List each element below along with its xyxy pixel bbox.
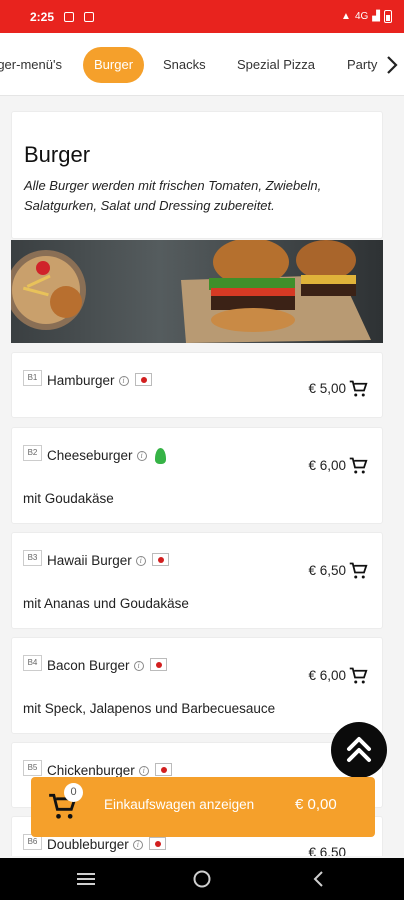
item-name: Doubleburger i <box>47 837 166 852</box>
item-name: Hawaii Burger i <box>47 553 169 568</box>
list-item[interactable]: B3 Hawaii Burger i € 6,50 mit Ananas und … <box>11 532 383 629</box>
system-nav-bar <box>0 858 404 900</box>
item-name-text: Hamburger <box>47 373 115 388</box>
flag-icon <box>149 658 167 671</box>
home-icon[interactable] <box>192 869 212 889</box>
item-code: B1 <box>23 370 42 386</box>
info-icon[interactable]: i <box>138 766 149 777</box>
item-code: B4 <box>23 655 42 671</box>
view-cart-button[interactable]: 0 Einkaufswagen anzeigen € 0,00 <box>31 777 375 837</box>
leaf-icon <box>154 448 166 464</box>
info-icon[interactable]: i <box>118 376 129 387</box>
item-code: B5 <box>23 760 42 776</box>
flag-icon <box>154 763 172 776</box>
add-to-cart-icon[interactable] <box>348 457 368 475</box>
burger-banner-image <box>11 240 383 343</box>
tab-party[interactable]: Party <box>347 47 377 83</box>
item-name-text: Bacon Burger <box>47 658 130 673</box>
battery-icon <box>384 10 392 23</box>
notification-icon <box>64 11 75 22</box>
tab-burger[interactable]: Burger <box>83 47 145 83</box>
section-description: Alle Burger werden mit frischen Tomaten,… <box>24 178 322 213</box>
tab-snacks[interactable]: Snacks <box>163 47 206 83</box>
info-icon[interactable]: i <box>133 661 144 672</box>
flag-icon <box>151 553 169 566</box>
add-to-cart-icon[interactable] <box>348 380 368 398</box>
recent-apps-icon[interactable] <box>76 870 96 888</box>
item-name: Chickenburger i <box>47 763 172 778</box>
item-name: Hamburger i <box>47 373 152 388</box>
network-type: 4G <box>354 11 369 22</box>
item-code: B3 <box>23 550 42 566</box>
tab-burger-menus[interactable]: rger-menü's <box>0 47 62 83</box>
tab-spezial-pizza[interactable]: Spezial Pizza <box>237 47 315 83</box>
category-tab-bar[interactable]: rger-menü's Burger Snacks Spezial Pizza … <box>0 33 404 96</box>
section-header: Burger Alle Burger werden mit frischen T… <box>11 111 383 239</box>
add-to-cart-icon[interactable] <box>348 562 368 580</box>
double-chevron-up-icon <box>347 737 371 762</box>
item-description: mit Goudakäse <box>23 491 114 506</box>
view-cart-label: Einkaufswagen anzeigen <box>104 797 255 812</box>
list-item[interactable]: B2 Cheeseburger i € 6,00 mit Goudakäse <box>11 427 383 524</box>
item-description: mit Ananas und Goudakäse <box>23 596 189 611</box>
back-icon[interactable] <box>311 869 327 889</box>
item-code: B2 <box>23 445 42 461</box>
cart-count-badge: 0 <box>64 783 83 802</box>
item-description: mit Speck, Jalapenos und Barbecuesauce <box>23 701 276 716</box>
flag-icon <box>148 837 166 850</box>
flag-icon <box>134 373 152 386</box>
info-icon[interactable]: i <box>132 840 143 851</box>
item-name: Bacon Burger i <box>47 658 167 673</box>
item-name: Cheeseburger i <box>47 448 166 464</box>
add-to-cart-icon[interactable] <box>348 667 368 685</box>
info-icon[interactable]: i <box>136 451 147 462</box>
info-icon[interactable]: i <box>135 556 146 567</box>
item-price: € 6,00 <box>308 458 346 473</box>
item-name-text: Hawaii Burger <box>47 553 132 568</box>
status-icons: ▲ 4G ▟ <box>341 10 392 23</box>
section-title: Burger <box>24 142 91 167</box>
item-name-text: Cheeseburger <box>47 448 133 463</box>
item-price: € 6,50 <box>308 563 346 578</box>
item-name-text: Doubleburger <box>47 837 129 852</box>
notification-icon <box>84 11 95 22</box>
item-price: € 5,00 <box>308 381 346 396</box>
cart-total: € 0,00 <box>295 796 337 813</box>
scroll-to-top-button[interactable] <box>331 722 387 778</box>
chevron-right-icon[interactable] <box>380 53 404 77</box>
hd-icon: ▲ <box>341 11 351 22</box>
status-bar: 2:25 ▲ 4G ▟ <box>0 0 404 33</box>
item-name-text: Chickenburger <box>47 763 135 778</box>
item-price: € 6,50 <box>308 845 346 856</box>
signal-icon: ▟ <box>372 11 380 22</box>
list-item[interactable]: B4 Bacon Burger i € 6,00 mit Speck, Jalap… <box>11 637 383 734</box>
item-price: € 6,00 <box>308 668 346 683</box>
status-time: 2:25 <box>30 9 55 24</box>
list-item[interactable]: B1 Hamburger i € 5,00 <box>11 352 383 418</box>
